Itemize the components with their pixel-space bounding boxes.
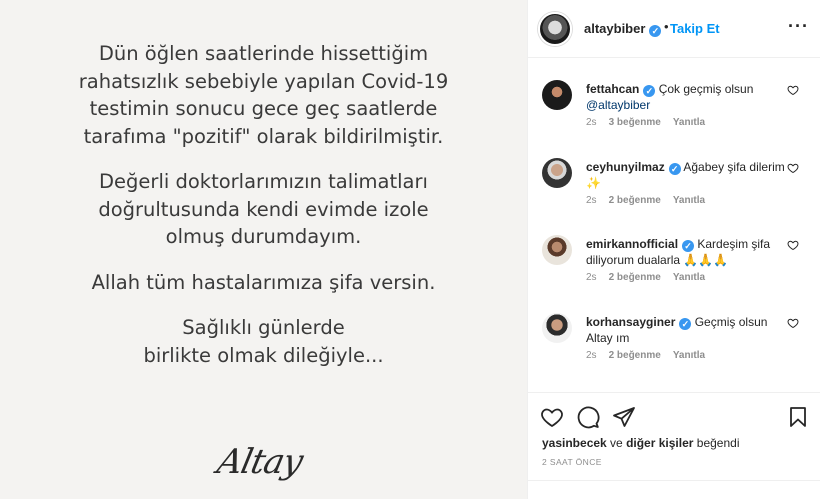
post-text-line: tarafıma "pozitif" olarak bildirilmiştir… <box>83 124 444 148</box>
likes-connector: ve <box>606 436 627 450</box>
commenter-username[interactable]: fettahcan <box>586 82 639 96</box>
verified-badge-icon: ✓ <box>682 240 695 252</box>
comment-time[interactable]: 2s <box>586 195 597 206</box>
comment-likes[interactable]: 2 beğenme <box>609 195 661 206</box>
post-header: altaybiber ✓ • Takip Et ··· <box>528 0 820 58</box>
reply-button[interactable]: Yanıtla <box>673 195 705 206</box>
commenter-avatar[interactable] <box>542 235 572 265</box>
liker-username[interactable]: yasinbecek <box>542 436 607 450</box>
share-icon[interactable] <box>612 405 636 429</box>
post-paragraph: Değerli doktorlarımızın talimatları doğru… <box>0 168 527 251</box>
comment-likes[interactable]: 3 beğenme <box>609 117 661 128</box>
comment-body: korhansayginer ✓ Geçmiş olsun Altay ım <box>586 314 786 346</box>
reply-button[interactable]: Yanıtla <box>673 350 705 361</box>
likes-suffix: beğendi <box>693 436 740 450</box>
comment-meta: 2s 2 beğenme Yanıtla <box>586 195 717 206</box>
separator-dot: • <box>664 19 669 34</box>
comment-meta: 2s 2 beğenme Yanıtla <box>586 350 717 361</box>
post-text-line: birlikte olmak dileğiyle... <box>143 343 384 367</box>
comment-item: fettahcan ✓ Çok geçmiş olsun @altaybiber 2s… <box>528 74 820 150</box>
comment-like-heart-icon[interactable] <box>787 84 799 96</box>
author-username-text[interactable]: altaybiber <box>584 21 645 36</box>
other-likers-link[interactable]: diğer kişiler <box>626 436 693 450</box>
comment-time[interactable]: 2s <box>586 272 597 283</box>
verified-badge-icon: ✓ <box>668 163 681 175</box>
comment-like-heart-icon[interactable] <box>787 317 799 329</box>
comment-time[interactable]: 2s <box>586 117 597 128</box>
comment-icon[interactable] <box>576 405 600 429</box>
likes-summary: yasinbecek ve diğer kişiler beğendi <box>542 436 739 450</box>
post-text-line: Allah tüm hastalarımıza şifa versin. <box>91 270 436 294</box>
post-timestamp[interactable]: 2 SAAT ÖNCE <box>542 457 602 467</box>
signature: Altay <box>213 442 306 482</box>
post-text-line: rahatsızlık sebebiyle yapılan Covid-19 <box>78 69 449 93</box>
divider <box>528 480 820 481</box>
verified-badge-icon: ✓ <box>643 85 656 97</box>
post-paragraph: Allah tüm hastalarımıza şifa versin. <box>0 269 527 297</box>
comment-body: ceyhunyilmaz ✓ Ağabey şifa dilerim ✨ <box>586 159 786 191</box>
post-text-line: Sağlıklı günlerde <box>182 316 345 339</box>
comment-body: fettahcan ✓ Çok geçmiş olsun @altaybiber <box>586 81 786 113</box>
verified-badge-icon: ✓ <box>679 318 692 330</box>
reply-button[interactable]: Yanıtla <box>673 272 705 283</box>
post-text-line: olmuş durumdayım. <box>165 225 362 248</box>
follow-button[interactable]: Takip Et <box>670 21 720 36</box>
commenter-username[interactable]: emirkannofficial <box>586 237 678 251</box>
commenter-avatar[interactable] <box>542 80 572 110</box>
comment-likes[interactable]: 2 beğenme <box>609 350 661 361</box>
post-text: Dün öğlen saatlerinde hissettiğim rahatsı… <box>0 40 527 387</box>
commenter-avatar[interactable] <box>542 158 572 188</box>
comment-body: emirkannofficial ✓ Kardeşim şifa diliyoru… <box>586 236 786 268</box>
commenter-username[interactable]: korhansayginer <box>586 315 675 329</box>
like-heart-icon[interactable] <box>540 405 564 429</box>
reply-button[interactable]: Yanıtla <box>673 117 705 128</box>
comment-item: ceyhunyilmaz ✓ Ağabey şifa dilerim ✨ 2s 2 b… <box>528 152 820 228</box>
post-text-line: Değerli doktorlarımızın talimatları <box>99 170 428 193</box>
author-avatar[interactable] <box>538 12 572 46</box>
comment-meta: 2s 3 beğenme Yanıtla <box>586 117 717 128</box>
comment-mention[interactable]: @altaybiber <box>586 98 650 112</box>
verified-badge-icon: ✓ <box>649 25 662 37</box>
post-paragraph: Sağlıklı günlerde birlikte olmak dileğiyl… <box>0 314 527 369</box>
post-paragraph: Dün öğlen saatlerinde hissettiğim rahatsı… <box>0 40 527 150</box>
comment-like-heart-icon[interactable] <box>787 162 799 174</box>
save-bookmark-icon[interactable] <box>786 405 810 429</box>
commenter-username[interactable]: ceyhunyilmaz <box>586 160 665 174</box>
comment-item: korhansayginer ✓ Geçmiş olsun Altay ım 2s 2… <box>528 307 820 383</box>
comment-likes[interactable]: 2 beğenme <box>609 272 661 283</box>
comment-like-heart-icon[interactable] <box>787 239 799 251</box>
post-text-line: Dün öğlen saatlerinde hissettiğim <box>98 42 429 65</box>
post-sidebar: altaybiber ✓ • Takip Et ··· fettahcan ✓ Ço… <box>527 0 820 499</box>
post-text-line: doğrultusunda kendi evimde izole <box>98 197 429 221</box>
comment-time[interactable]: 2s <box>586 350 597 361</box>
post-image[interactable]: Dün öğlen saatlerinde hissettiğim rahatsı… <box>0 0 527 499</box>
more-options-icon[interactable]: ··· <box>788 16 809 37</box>
comment-text: Çok geçmiş olsun <box>658 82 754 96</box>
action-bar <box>528 392 820 440</box>
author-username[interactable]: altaybiber ✓ <box>584 21 662 37</box>
commenter-avatar[interactable] <box>542 313 572 343</box>
comment-meta: 2s 2 beğenme Yanıtla <box>586 272 717 283</box>
post-text-line: testimin sonucu gece geç saatlerde <box>89 97 438 120</box>
comment-item: emirkannofficial ✓ Kardeşim şifa diliyoru… <box>528 229 820 305</box>
